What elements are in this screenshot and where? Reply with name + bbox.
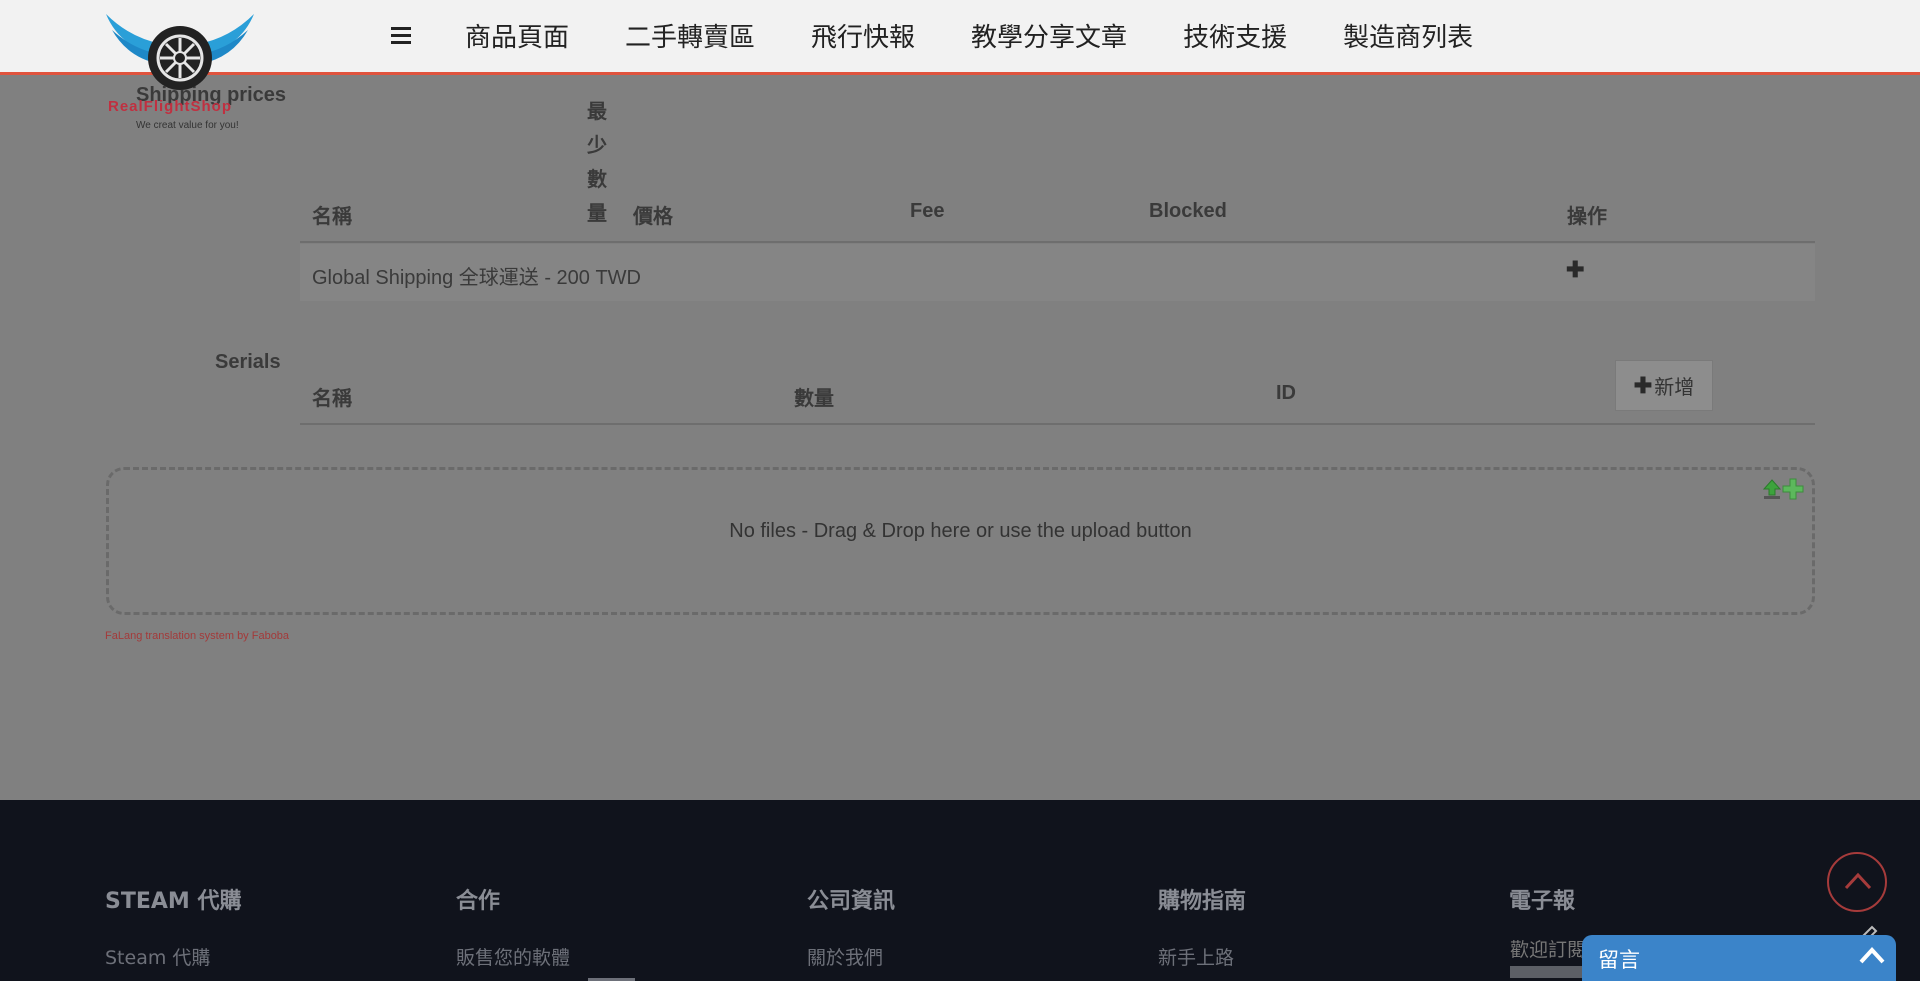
serials-col-quantity: 數量	[794, 388, 834, 410]
serials-title: Serials	[215, 351, 281, 373]
add-serial-button[interactable]: ✚ 新增	[1615, 360, 1713, 411]
file-dropzone[interactable]: No files - Drag & Drop here or use the u…	[106, 467, 1815, 615]
dropzone-message: No files - Drag & Drop here or use the u…	[729, 520, 1192, 542]
footer-col-newsletter: 電子報	[1509, 883, 1575, 915]
shipping-col-price: 價格	[633, 206, 673, 228]
serials-header-rule	[300, 423, 1815, 425]
add-serial-label: 新增	[1654, 377, 1695, 399]
nav-item-secondhand[interactable]: 二手轉賣區	[625, 16, 755, 60]
min-qty-char: 少	[587, 135, 607, 157]
newsletter-field-underline	[1510, 966, 1590, 978]
footer-heading: 電子報	[1509, 889, 1576, 914]
serials-col-name: 名稱	[312, 388, 352, 410]
footer-heading: STEAM 代購	[105, 889, 242, 914]
footer-link-about[interactable]: 關於我們	[807, 943, 883, 970]
footer-col-partner: 合作 販售您的軟體	[456, 883, 570, 969]
footer-link-getting-started[interactable]: 新手上路	[1158, 943, 1234, 970]
footer-heading: 合作	[456, 889, 501, 914]
upload-arrow-icon[interactable]	[1762, 478, 1782, 500]
add-file-plus-icon[interactable]	[1782, 478, 1804, 500]
falang-credit[interactable]: FaLang translation system by Faboba	[105, 630, 289, 642]
nav-item-tutorials[interactable]: 教學分享文章	[971, 16, 1127, 60]
nav-item-flight-news[interactable]: 飛行快報	[811, 16, 915, 60]
chevron-up-icon	[1844, 872, 1872, 890]
footer-link-steam[interactable]: Steam 代購	[105, 943, 210, 970]
top-header: 商品頁面 二手轉賣區 飛行快報 教學分享文章 技術支援 製造商列表	[0, 0, 1920, 75]
serials-col-id: ID	[1276, 382, 1296, 404]
newsletter-input[interactable]: 歡迎訂閱	[1510, 935, 1586, 962]
scroll-to-top-button[interactable]	[1827, 852, 1887, 912]
plus-icon: ✚	[1633, 372, 1653, 398]
footer-heading: 公司資訊	[807, 889, 896, 914]
footer-heading: 購物指南	[1158, 889, 1247, 914]
add-plus-icon[interactable]: ✚	[1566, 257, 1584, 283]
min-qty-char: 數	[587, 169, 607, 191]
nav-item-manufacturers[interactable]: 製造商列表	[1343, 16, 1473, 60]
table-row: Global Shipping 全球運送 - 200 TWD ✚	[300, 244, 1815, 301]
upload-controls	[1762, 478, 1804, 500]
chat-label: 留言	[1598, 948, 1640, 972]
min-qty-char: 量	[587, 203, 607, 225]
logo-tagline: We creat value for you!	[136, 120, 239, 131]
nav-item-support[interactable]: 技術支援	[1183, 16, 1287, 60]
shipping-col-blocked: Blocked	[1149, 200, 1227, 222]
site-logo[interactable]	[100, 8, 260, 136]
footer-link-sell-software[interactable]: 販售您的軟體	[456, 943, 570, 970]
hamburger-menu-icon[interactable]	[391, 27, 411, 45]
shipping-col-min-qty: 最 少 數 量	[586, 95, 608, 231]
footer-col-steam: STEAM 代購 Steam 代購	[105, 883, 242, 969]
shipping-header-rule	[300, 241, 1815, 243]
chat-widget-bar[interactable]: 留言	[1582, 935, 1896, 981]
shipping-col-name: 名稱	[312, 206, 352, 228]
shipping-col-fee: Fee	[910, 200, 945, 222]
nav-item-products[interactable]: 商品頁面	[465, 16, 569, 60]
logo-brand-text: RealFlightShop	[108, 98, 232, 115]
footer-col-company: 公司資訊 關於我們	[807, 883, 896, 969]
main-nav: 商品頁面 二手轉賣區 飛行快報 教學分享文章 技術支援 製造商列表	[465, 16, 1529, 60]
shipping-col-actions: 操作	[1567, 206, 1607, 228]
chevron-up-icon[interactable]	[1858, 945, 1886, 965]
min-qty-char: 最	[587, 101, 607, 123]
shipping-row-name: Global Shipping 全球運送 - 200 TWD	[312, 267, 642, 289]
footer-col-guide: 購物指南 新手上路	[1158, 883, 1247, 969]
